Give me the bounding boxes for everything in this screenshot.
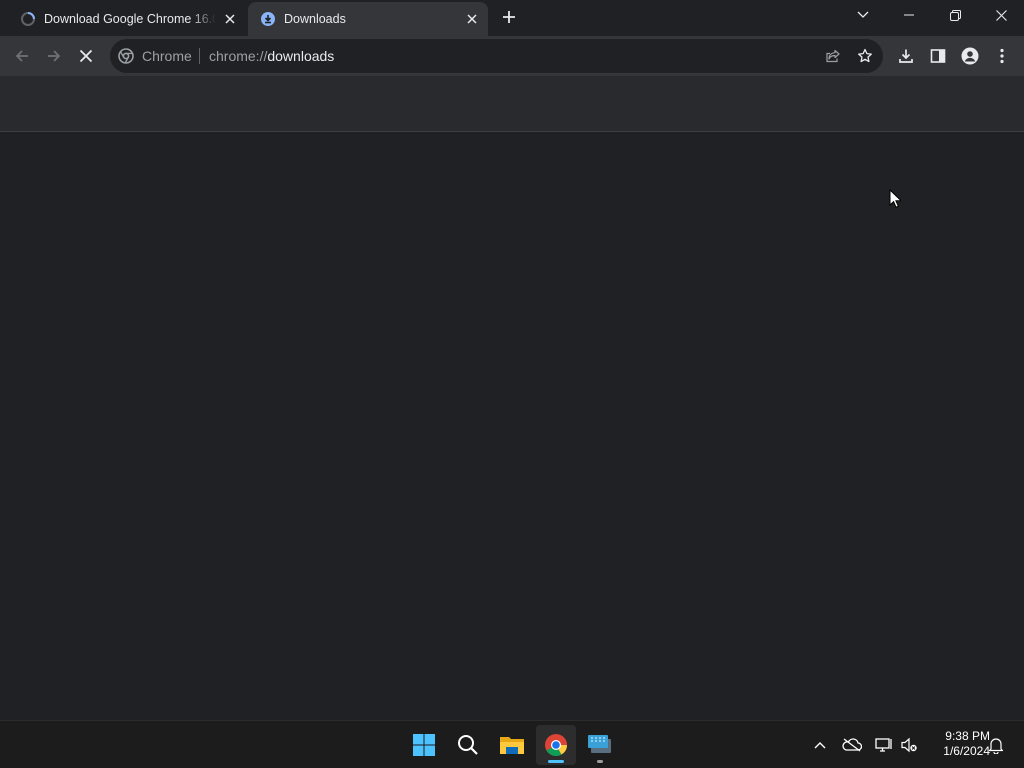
tab-strip: Download Google Chrome 16.0.912.77 - Fil… [0, 0, 1024, 36]
chrome-taskbar-button[interactable] [536, 725, 576, 765]
notification-bell-icon [988, 737, 1004, 754]
active-app-indicator [548, 760, 564, 763]
downloads-page-icon [260, 11, 276, 27]
onedrive-tray-button[interactable] [840, 733, 864, 757]
tab-title: Download Google Chrome 16.0.912.77 - Fil [44, 12, 216, 26]
plus-icon [503, 11, 515, 23]
chrome-icon [545, 734, 567, 756]
tab-downloads[interactable]: Downloads [248, 2, 488, 36]
stop-loading-button[interactable] [71, 41, 101, 71]
downloads-page-header [0, 76, 1024, 132]
chevron-up-icon [814, 742, 826, 749]
downloads-button[interactable] [891, 41, 921, 71]
tab-search-chevron-icon [857, 11, 869, 18]
screen: Download Google Chrome 16.0.912.77 - Fil… [0, 0, 1024, 768]
window-close-button[interactable] [978, 0, 1024, 30]
kebab-menu-icon [1000, 48, 1004, 64]
notifications-button[interactable] [984, 733, 1008, 757]
url-scheme: chrome:// [209, 48, 268, 64]
clock-time: 9:38 PM [945, 729, 990, 743]
network-icon [875, 738, 892, 752]
mouse-cursor-icon [889, 189, 901, 208]
minimize-icon [904, 14, 914, 16]
file-explorer-icon [500, 737, 524, 754]
volume-tray-button[interactable] [897, 733, 921, 757]
profile-button[interactable] [955, 41, 985, 71]
url-text[interactable]: chrome://downloads [209, 48, 334, 64]
chrome-site-icon[interactable] [118, 48, 134, 64]
tab-download-chrome[interactable]: Download Google Chrome 16.0.912.77 - Fil [8, 2, 246, 36]
stop-x-icon [79, 49, 93, 63]
url-host: downloads [267, 48, 335, 64]
remote-desktop-button[interactable] [580, 725, 620, 765]
tab-search-button[interactable] [840, 0, 886, 30]
taskbar-search-button[interactable] [448, 725, 488, 765]
chrome-menu-button[interactable] [987, 41, 1017, 71]
clock-date: 1/6/2024 [943, 744, 990, 758]
speaker-muted-icon [901, 737, 917, 753]
spinner-loading-icon [20, 11, 36, 27]
chip-divider [199, 48, 200, 64]
side-panel-button[interactable] [923, 41, 953, 71]
close-icon [995, 9, 1007, 21]
tab-close-icon[interactable] [220, 9, 240, 29]
minimize-button[interactable] [886, 0, 932, 30]
new-tab-button[interactable] [498, 6, 520, 28]
running-app-indicator [597, 760, 603, 763]
remote-desktop-icon [588, 735, 611, 753]
profile-icon [961, 47, 979, 65]
bookmark-button[interactable] [852, 43, 878, 69]
forward-button[interactable] [39, 41, 69, 71]
share-button[interactable] [820, 43, 846, 69]
share-icon [826, 49, 840, 63]
side-panel-icon [930, 49, 946, 63]
restore-icon [949, 9, 961, 21]
windows-taskbar: 9:38 PM 1/6/2024 [0, 720, 1024, 768]
search-icon [458, 735, 478, 755]
address-bar[interactable]: Chrome chrome://downloads [110, 39, 883, 73]
tab-title: Downloads [284, 12, 346, 26]
restore-button[interactable] [932, 0, 978, 30]
arrow-left-icon [15, 50, 28, 62]
tab-close-icon[interactable] [462, 9, 482, 29]
system-clock[interactable]: 9:38 PM 1/6/2024 [924, 729, 990, 759]
downloads-page-body [0, 133, 1024, 720]
site-chip-label: Chrome [142, 48, 192, 64]
show-hidden-icons-button[interactable] [808, 733, 832, 757]
star-icon [858, 48, 872, 63]
onedrive-offline-icon [842, 738, 862, 752]
file-explorer-button[interactable] [492, 725, 532, 765]
download-icon [899, 49, 913, 63]
arrow-right-icon [48, 50, 61, 62]
start-button[interactable] [404, 725, 444, 765]
windows-start-icon [413, 734, 435, 756]
back-button[interactable] [7, 41, 37, 71]
network-tray-button[interactable] [872, 733, 896, 757]
browser-toolbar: Chrome chrome://downloads [0, 36, 1024, 76]
